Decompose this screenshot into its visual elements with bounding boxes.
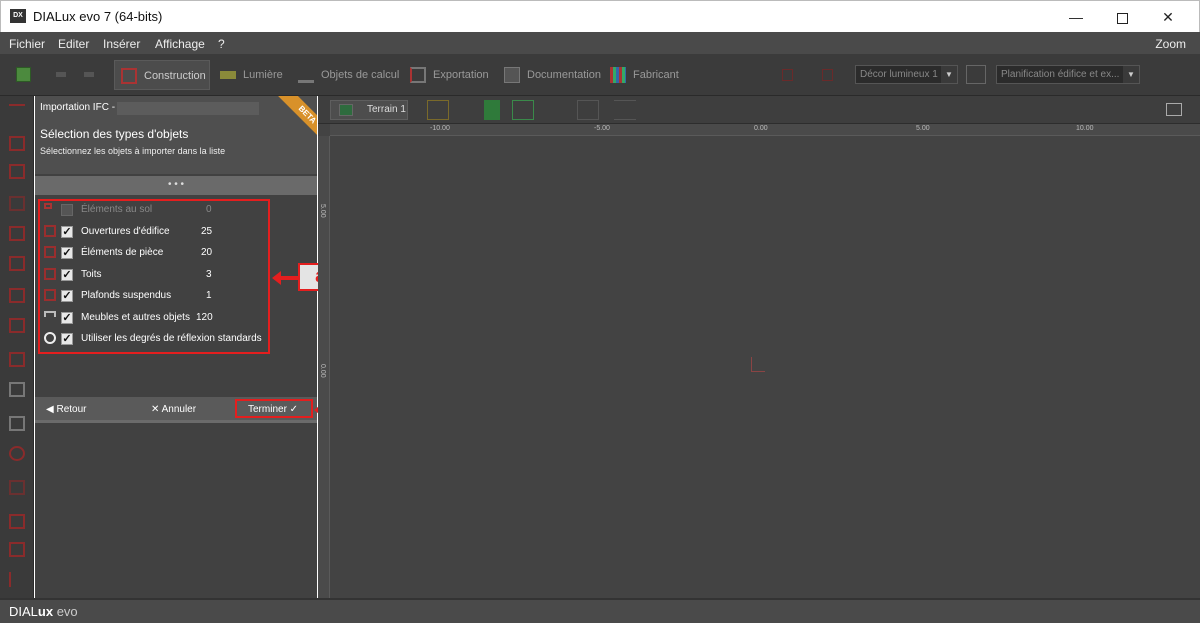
maximize-button[interactable] bbox=[1099, 1, 1145, 33]
chevron-down-icon: ▼ bbox=[1123, 66, 1139, 83]
decor-dropdown[interactable]: Décor lumineux 1 ▼ bbox=[855, 65, 958, 84]
file-name-field bbox=[117, 102, 259, 115]
frame-icon[interactable] bbox=[9, 542, 25, 557]
close-button[interactable]: ✕ bbox=[1145, 1, 1191, 33]
measure-icon[interactable] bbox=[9, 480, 25, 495]
ruler-tick: 0.00 bbox=[319, 364, 326, 378]
tab-terrain[interactable]: Terrain 1 bbox=[330, 100, 408, 120]
floor-plan-icon[interactable] bbox=[9, 256, 25, 271]
planning-dropdown[interactable]: Planification édifice et ex... ▼ bbox=[996, 65, 1140, 84]
door-icon[interactable] bbox=[9, 196, 25, 211]
floor-view-button[interactable] bbox=[512, 100, 534, 120]
lamp-icon bbox=[220, 71, 236, 80]
annotation-box-b bbox=[235, 399, 313, 418]
panel-subheading: Sélectionnez les objets à importer dans … bbox=[40, 146, 226, 156]
ruler-tick: -5.00 bbox=[594, 125, 610, 132]
ruler-tick: -10.00 bbox=[430, 125, 450, 132]
ifc-import-panel: Importation IFC - BETA Sélection des typ… bbox=[35, 96, 317, 598]
pen-icon[interactable] bbox=[9, 104, 25, 112]
dialux-evo-logo: DIALux evo bbox=[9, 604, 78, 619]
panel-title: Importation IFC - bbox=[40, 102, 116, 113]
ruler-tick: 5.00 bbox=[319, 204, 326, 218]
back-button[interactable]: ◀ Retour bbox=[46, 404, 86, 415]
table-icon[interactable] bbox=[9, 416, 25, 431]
tab-exportation[interactable]: Exportation bbox=[404, 60, 494, 90]
tab-documentation[interactable]: Documentation bbox=[498, 60, 602, 90]
window-title: DIALux evo 7 (64-bits) bbox=[33, 9, 163, 24]
construction-icon bbox=[121, 68, 137, 85]
fit-view-button[interactable] bbox=[577, 100, 599, 120]
box-icon[interactable] bbox=[9, 352, 25, 367]
monitor-icon[interactable] bbox=[966, 65, 986, 84]
origin-axis-y bbox=[751, 357, 752, 371]
undo-icon[interactable] bbox=[56, 72, 66, 77]
main-toolbar: Construction Lumière Objets de calcul Ex… bbox=[0, 54, 1200, 96]
beta-badge: BETA bbox=[265, 96, 317, 148]
roof-icon[interactable] bbox=[9, 318, 25, 333]
axis-icon[interactable] bbox=[9, 572, 25, 587]
tab-construction[interactable]: Construction bbox=[114, 60, 210, 90]
terrain-icon bbox=[339, 104, 353, 116]
more-options-bar[interactable]: • • • bbox=[35, 176, 317, 195]
ruler-tick: 10.00 bbox=[1076, 125, 1094, 132]
monitor-icon[interactable] bbox=[1166, 103, 1182, 116]
panel-heading: Sélection des types d'objets bbox=[40, 127, 189, 141]
menu-editer[interactable]: Editer bbox=[58, 37, 89, 51]
redo-icon[interactable] bbox=[84, 72, 94, 77]
maximize-icon bbox=[1116, 12, 1128, 24]
distribute-button[interactable] bbox=[614, 100, 636, 120]
view-mode-button[interactable] bbox=[427, 100, 449, 120]
tab-lumiere[interactable]: Lumière bbox=[214, 60, 288, 90]
clear-icon[interactable] bbox=[822, 69, 833, 81]
tab-objets-de-calcul[interactable]: Objets de calcul bbox=[292, 60, 400, 90]
menu-help[interactable]: ? bbox=[218, 37, 225, 51]
cancel-button[interactable]: ✕ Annuler bbox=[151, 404, 196, 415]
object-icon[interactable] bbox=[9, 446, 25, 461]
menu-affichage[interactable]: Affichage bbox=[155, 37, 205, 51]
tool-icon-strip bbox=[0, 96, 34, 598]
chevron-down-icon: ▼ bbox=[941, 66, 957, 83]
drawing-canvas[interactable]: -10.00 -5.00 0.00 5.00 10.00 5.00 0.00 bbox=[318, 124, 1200, 598]
horizontal-ruler: -10.00 -5.00 0.00 5.00 10.00 bbox=[330, 124, 1200, 136]
catalog-icon bbox=[610, 67, 626, 84]
menu-fichier[interactable]: Fichier bbox=[9, 37, 45, 51]
delete-icon[interactable] bbox=[782, 69, 793, 81]
document-icon bbox=[504, 67, 520, 84]
minimize-button[interactable]: — bbox=[1053, 1, 1099, 33]
stack-icon[interactable] bbox=[9, 382, 25, 397]
calc-objects-icon bbox=[298, 67, 314, 84]
menu-inserer[interactable]: Insérer bbox=[103, 37, 140, 51]
zoom-toggle[interactable]: Zoom bbox=[1155, 37, 1186, 51]
panel-header: Importation IFC - BETA Sélection des typ… bbox=[35, 96, 317, 174]
wall-icon[interactable] bbox=[9, 164, 25, 179]
app-logo-icon: DX bbox=[10, 9, 26, 23]
menu-bar: Fichier Editer Insérer Affichage ? Zoom bbox=[0, 32, 1200, 54]
cube-icon[interactable] bbox=[9, 288, 25, 303]
origin-axis-x bbox=[751, 371, 765, 372]
export-icon bbox=[410, 67, 426, 84]
window-title-bar: DX DIALux evo 7 (64-bits) — ✕ bbox=[0, 0, 1200, 32]
camera-icon[interactable] bbox=[9, 136, 25, 151]
canvas-toolbar: Terrain 1 bbox=[318, 96, 1200, 124]
tab-fabricant[interactable]: Fabricant bbox=[604, 60, 684, 90]
save-icon[interactable] bbox=[16, 67, 31, 82]
status-bar: DIALux evo bbox=[0, 598, 1200, 623]
layer-icon[interactable] bbox=[9, 514, 25, 529]
room-element-icon[interactable] bbox=[9, 226, 25, 241]
annotation-arrow-a bbox=[272, 271, 299, 285]
ruler-tick: 0.00 bbox=[754, 125, 768, 132]
vertical-ruler: 5.00 0.00 bbox=[318, 136, 330, 598]
ruler-tick: 5.00 bbox=[916, 125, 930, 132]
annotation-box-a bbox=[38, 199, 270, 354]
3d-view-button[interactable] bbox=[484, 100, 500, 120]
